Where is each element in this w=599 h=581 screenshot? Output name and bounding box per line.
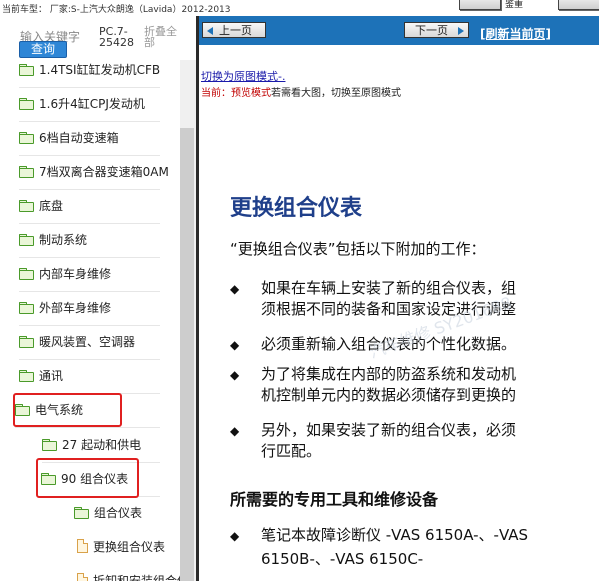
search-row: 输入关键字 查询 PC.7-25428 折叠全部 xyxy=(0,16,180,60)
collapse-all-button[interactable]: 折叠全部 xyxy=(144,26,180,48)
tree-item-label: 内部车身维修 xyxy=(39,266,112,281)
toolbar-button-left[interactable] xyxy=(459,0,501,10)
tree-item[interactable]: 内部车身维修 xyxy=(19,260,111,286)
highlight-box xyxy=(36,458,139,498)
tool-line: 笔记本故障诊断仪 -VAS 6150A-、-VAS xyxy=(261,526,529,544)
bullet-diamond-icon: ◆ xyxy=(230,368,240,382)
tree-item-label: 外部车身维修 xyxy=(39,300,112,315)
tree-item[interactable]: 底盘 xyxy=(19,192,63,218)
tree-item-label: 底盘 xyxy=(39,198,64,213)
tree-item[interactable]: 拆卸和安装组合仪表 xyxy=(77,567,196,581)
next-page-label: 下一页 xyxy=(415,24,448,37)
folder-icon xyxy=(19,165,34,178)
tree-separator xyxy=(19,223,160,224)
tree-item[interactable]: 更换组合仪表 xyxy=(77,533,165,559)
folder-icon xyxy=(19,131,34,144)
tree-item-label: 更换组合仪表 xyxy=(93,539,166,554)
tree-item-label: 制动系统 xyxy=(39,232,88,247)
tree-item[interactable]: 7档双离合器变速箱0AM xyxy=(19,158,169,184)
tree-separator xyxy=(19,257,160,258)
tree-item[interactable]: 制动系统 xyxy=(19,226,87,252)
tree-item-label: 1.6升4缸CPJ发动机 xyxy=(39,96,145,111)
folder-icon xyxy=(19,233,34,246)
tree-item-label: 6档自动变速箱 xyxy=(39,130,119,145)
folder-icon xyxy=(19,267,34,280)
tree-item[interactable]: 6档自动变速箱 xyxy=(19,124,119,150)
bullet-line: 行匹配。 xyxy=(261,442,322,460)
tree-item[interactable]: 暖风装置、空调器 xyxy=(19,328,135,354)
tree-item[interactable]: 27 起动和供电 xyxy=(42,431,141,457)
folder-icon xyxy=(42,438,57,451)
current-prefix: 当前： xyxy=(201,88,231,99)
folder-icon xyxy=(74,506,89,519)
current-vehicle-text: 当前车型： 厂家:S-上汽大众朗逸（Lavida）2012-2013 xyxy=(2,5,231,15)
tree-item-label: 1.4TSI缸缸发动机CFB xyxy=(39,62,161,77)
tree-separator xyxy=(19,291,160,292)
toolbar-button-right[interactable] xyxy=(558,0,599,10)
next-page-button[interactable]: 下一页 xyxy=(404,22,469,38)
tree-item[interactable]: 组合仪表 xyxy=(74,499,142,525)
bullet-diamond-icon: ◆ xyxy=(230,424,240,438)
content-pane: 上一页 下一页 [刷新当前页] 切换为原图模式-. 当前：预览模式若需看大图，切… xyxy=(199,16,599,581)
section-heading: 所需要的专用工具和维修设备 xyxy=(230,490,439,509)
refresh-page-link[interactable]: [刷新当前页] xyxy=(480,25,551,42)
bullet-diamond-icon: ◆ xyxy=(230,282,240,296)
tree-item[interactable]: 1.6升4缸CPJ发动机 xyxy=(19,90,145,116)
document-title: 更换组合仪表 xyxy=(230,196,363,221)
folder-icon xyxy=(19,63,34,76)
prev-page-button[interactable]: 上一页 xyxy=(202,22,266,38)
current-mode: 预览模式 xyxy=(231,88,271,99)
top-info-bar: 当前车型： 厂家:S-上汽大众朗逸（Lavida）2012-2013 鉴重 xyxy=(0,0,599,16)
tree-separator xyxy=(19,325,160,326)
sidebar-scroll-thumb[interactable] xyxy=(180,128,194,581)
document-icon xyxy=(77,573,88,581)
highlight-box xyxy=(13,393,122,427)
tree-item-label: 27 起动和供电 xyxy=(62,437,142,452)
bullet-diamond-icon: ◆ xyxy=(230,338,240,352)
prev-page-label: 上一页 xyxy=(219,24,252,37)
tree-item-label: 暖风装置、空调器 xyxy=(39,334,136,349)
tree-separator xyxy=(19,155,160,156)
folder-icon xyxy=(19,369,34,382)
tree-item-label: 组合仪表 xyxy=(94,505,143,520)
tree-item[interactable]: 通讯 xyxy=(19,362,63,388)
folder-icon xyxy=(19,301,34,314)
folder-icon xyxy=(19,97,34,110)
document-icon xyxy=(77,539,88,553)
document-intro: “更换组合仪表”包括以下附加的工作： xyxy=(230,240,486,258)
bullet-line: 如果在车辆上安装了新的组合仪表，组 xyxy=(261,279,517,297)
switch-to-original-link[interactable]: 切换为原图模式-. xyxy=(201,68,285,84)
current-hint: 若需看大图，切换至原图模式 xyxy=(271,88,401,99)
tree-separator xyxy=(19,87,160,88)
arrow-right-icon xyxy=(458,27,464,35)
sidebar: 输入关键字 查询 PC.7-25428 折叠全部 1.4TSI缸缸发动机CFB 1… xyxy=(0,16,196,581)
tree-item-label: 通讯 xyxy=(39,368,64,383)
tree-separator xyxy=(19,121,160,122)
current-mode-text: 当前：预览模式若需看大图，切换至原图模式 xyxy=(201,84,401,99)
pc-code-label: PC.7-25428 xyxy=(99,25,134,49)
folder-icon xyxy=(19,199,34,212)
tree-separator xyxy=(19,189,160,190)
toolbar-label: 鉴重 xyxy=(505,0,524,10)
tree-separator xyxy=(19,359,160,360)
tool-line: 6150B-、-VAS 6150C- xyxy=(261,550,424,568)
tree-item[interactable]: 外部车身维修 xyxy=(19,294,111,320)
folder-icon xyxy=(19,335,34,348)
tree-item-label: 7档双离合器变速箱0AM xyxy=(39,164,169,179)
tree-separator xyxy=(15,427,160,428)
bullet-diamond-icon: ◆ xyxy=(230,529,240,543)
tree-item[interactable]: 1.4TSI缸缸发动机CFB xyxy=(19,56,160,82)
arrow-left-icon xyxy=(207,27,213,35)
page-nav-bar: 上一页 下一页 [刷新当前页] xyxy=(199,16,599,45)
